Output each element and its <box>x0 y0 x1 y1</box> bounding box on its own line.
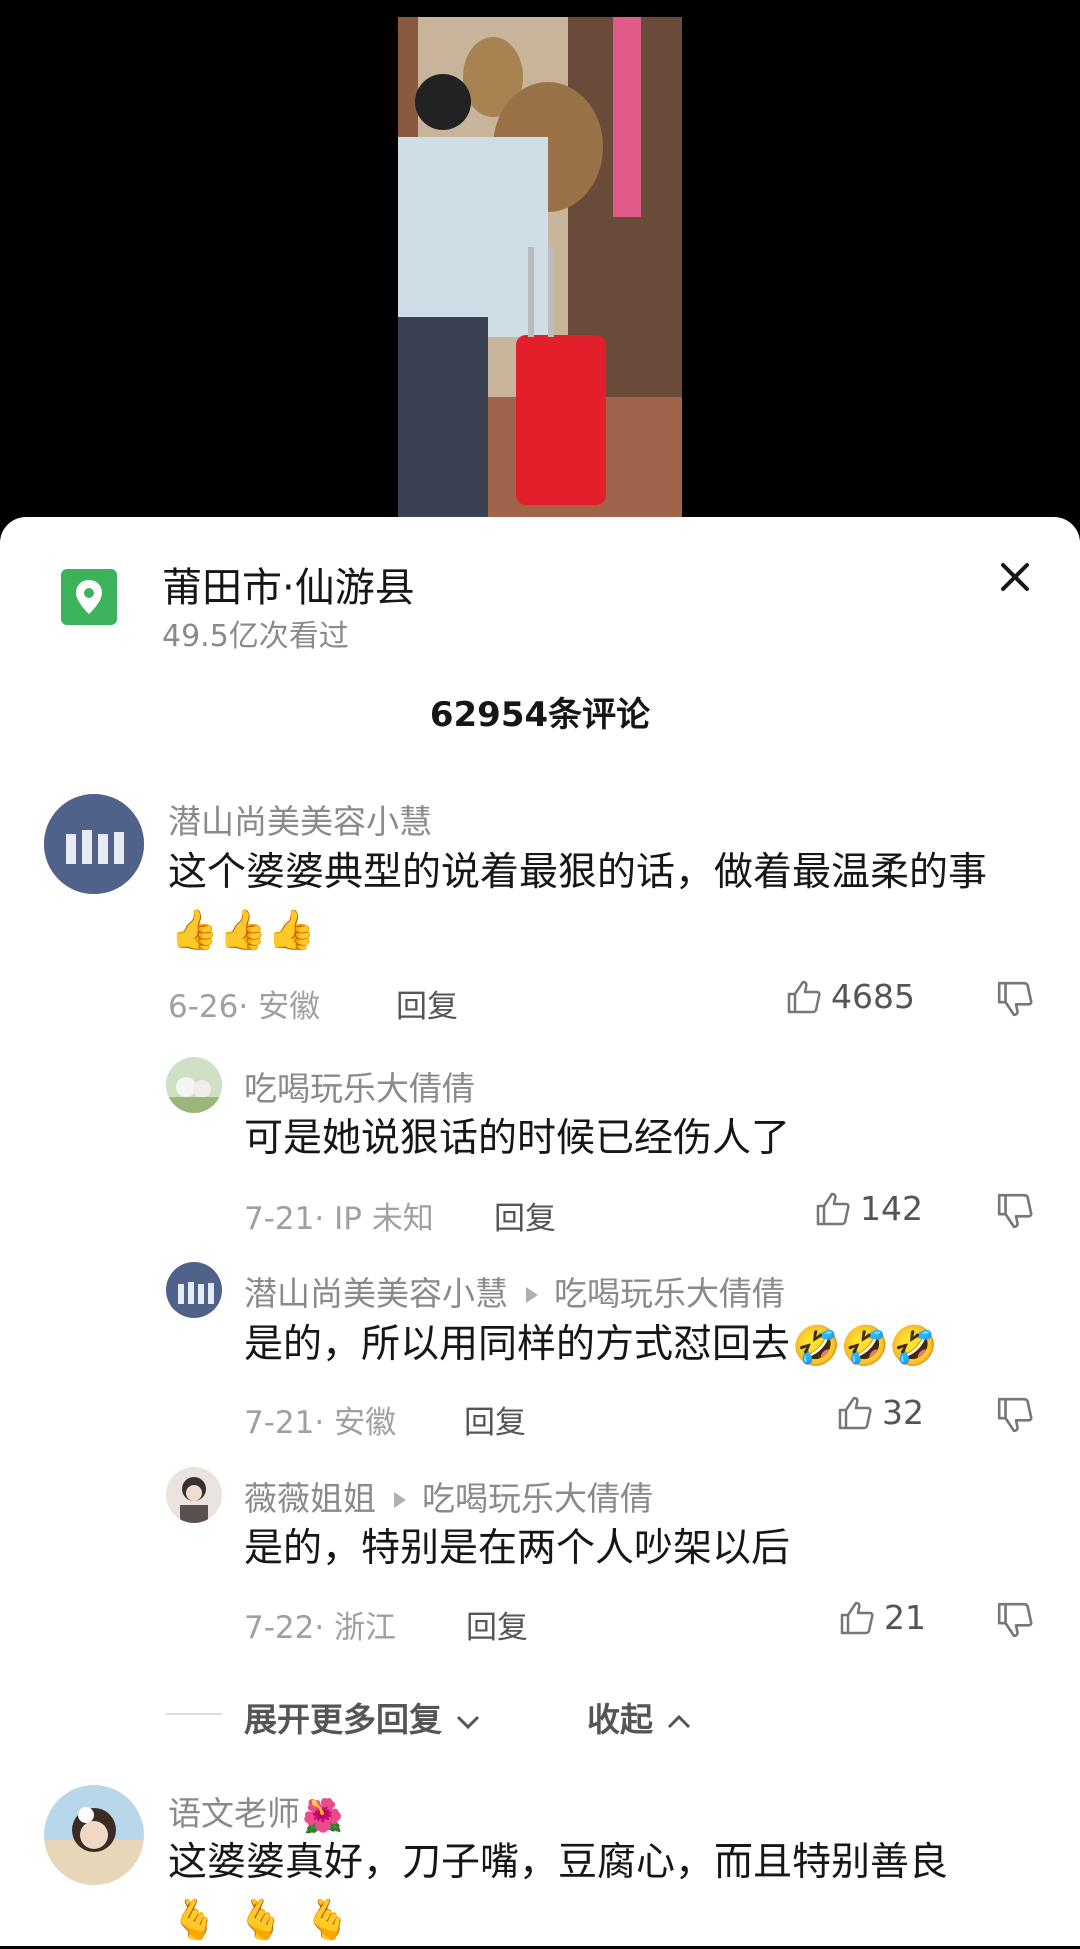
comment-text: 是的，特别是在两个人吵架以后 <box>244 1526 791 1571</box>
thumbs-down-icon[interactable] <box>995 1600 1035 1640</box>
comment-body: 这个婆婆典型的说着最狠的话，做着最温柔的事 <box>168 850 988 895</box>
like-button[interactable]: 4685 <box>785 977 915 1016</box>
reply-button[interactable]: 回复 <box>466 1602 528 1647</box>
reply-button[interactable]: 回复 <box>494 1193 556 1238</box>
thumbs-down-icon[interactable] <box>995 979 1035 1019</box>
thumbs-up-icon <box>838 1396 872 1429</box>
thumbs-up-emoji: 👍👍👍 <box>170 907 316 953</box>
comment-author[interactable]: 吃喝玩乐大倩倩 <box>244 1062 475 1110</box>
author-name[interactable]: 潜山尚美美容小慧 <box>244 1274 508 1313</box>
divider <box>166 1713 222 1715</box>
comment-text: 这个婆婆典型的说着最狠的话，做着最温柔的事 👍👍👍 <box>168 845 1028 959</box>
avatar[interactable] <box>166 1057 222 1113</box>
chevron-up-icon <box>667 1714 690 1728</box>
comment-text: 可是她说狠话的时候已经伤人了 <box>244 1116 791 1161</box>
comment-author[interactable]: 薇薇姐姐 吃喝玩乐大倩倩 <box>244 1472 653 1520</box>
reply-arrow-icon <box>394 1491 406 1508</box>
like-count: 4685 <box>831 977 915 1016</box>
thumbs-up-icon <box>840 1601 874 1634</box>
comment-meta: 6-26· 安徽 <box>168 989 321 1025</box>
expand-replies-button[interactable]: 展开更多回复 <box>244 1693 482 1741</box>
comment-author[interactable]: 潜山尚美美容小慧 <box>168 795 432 843</box>
reply-arrow-icon <box>526 1286 538 1303</box>
thumbs-down-icon[interactable] <box>995 1191 1035 1231</box>
video-area[interactable] <box>0 0 1080 540</box>
chevron-down-icon <box>456 1715 479 1729</box>
comment-meta: 7-22· 浙江 <box>244 1610 397 1646</box>
close-icon[interactable] <box>995 557 1035 597</box>
like-button[interactable]: 21 <box>838 1598 926 1637</box>
reply-button[interactable]: 回复 <box>464 1397 526 1442</box>
comment-meta: 7-21· 安徽 <box>244 1405 397 1441</box>
thumbs-up-icon <box>816 1192 850 1225</box>
laughing-emoji: 🤣🤣🤣 <box>792 1323 938 1369</box>
like-button[interactable]: 32 <box>836 1393 924 1432</box>
reply-button[interactable]: 回复 <box>396 981 458 1026</box>
like-button[interactable]: 142 <box>814 1189 923 1228</box>
like-count: 21 <box>884 1598 926 1637</box>
comment-author[interactable]: 潜山尚美美容小慧 吃喝玩乐大倩倩 <box>244 1267 785 1315</box>
thumbs-down-icon[interactable] <box>995 1395 1035 1435</box>
location-title[interactable]: 莆田市·仙游县 <box>162 555 415 613</box>
comments-sheet: 莆田市·仙游县 49.5亿次看过 62954条评论 潜山尚美美容小慧 这个婆婆典… <box>0 517 1080 1946</box>
like-count: 142 <box>860 1189 923 1228</box>
finger-heart-emoji: 🫰🫰🫰 <box>170 1897 370 1943</box>
expand-label: 展开更多回复 <box>244 1700 442 1739</box>
comment-author[interactable]: 语文老师🌺 <box>168 1787 345 1836</box>
reply-to-name[interactable]: 吃喝玩乐大倩倩 <box>422 1479 653 1518</box>
video-frame[interactable] <box>398 17 682 519</box>
avatar[interactable] <box>166 1262 222 1318</box>
comment-count: 62954条评论 <box>429 695 651 735</box>
location-views: 49.5亿次看过 <box>162 619 349 654</box>
collapse-replies-button[interactable]: 收起 <box>587 1693 693 1741</box>
map-pin-icon[interactable] <box>61 569 117 625</box>
avatar[interactable] <box>44 1785 144 1885</box>
collapse-label: 收起 <box>587 1700 653 1739</box>
hibiscus-emoji: 🌺 <box>302 1795 344 1835</box>
thumbs-up-icon <box>787 980 821 1013</box>
comment-text: 这婆婆真好，刀子嘴，豆腐心，而且特别善良 🫰🫰🫰 <box>168 1835 1028 1949</box>
like-count: 32 <box>882 1393 924 1432</box>
comment-body: 这婆婆真好，刀子嘴，豆腐心，而且特别善良 <box>168 1840 949 1885</box>
author-name[interactable]: 语文老师 <box>168 1794 300 1833</box>
comment-body: 是的，所以用同样的方式怼回去 <box>244 1322 791 1367</box>
avatar[interactable] <box>166 1467 222 1523</box>
author-name[interactable]: 薇薇姐姐 <box>244 1479 376 1518</box>
reply-to-name[interactable]: 吃喝玩乐大倩倩 <box>554 1274 785 1313</box>
avatar[interactable] <box>44 794 144 894</box>
comment-meta: 7-21· IP 未知 <box>244 1201 434 1237</box>
comment-text: 是的，所以用同样的方式怼回去🤣🤣🤣 <box>244 1317 940 1375</box>
